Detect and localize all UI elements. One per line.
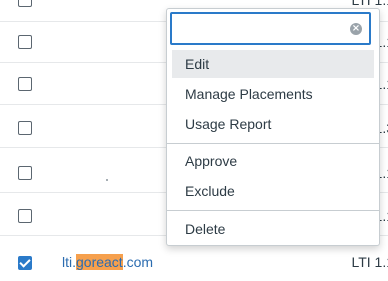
row-checkbox[interactable] bbox=[18, 166, 32, 180]
menu-search-input[interactable] bbox=[178, 20, 352, 40]
search-highlight: goreact bbox=[76, 254, 123, 270]
domain-suffix: .com bbox=[122, 254, 154, 270]
lti-version: LTI 1.1 bbox=[351, 254, 388, 270]
row-checkbox[interactable] bbox=[18, 0, 32, 7]
app-screen: LTI 1.1 LTI 1.1 LTI 1.1 LTI 1.3 LTI 1.1 … bbox=[0, 0, 388, 281]
menu-item-manage-placements[interactable]: Manage Placements bbox=[172, 80, 374, 108]
domain-link[interactable]: lti.goreact.com bbox=[62, 254, 153, 270]
faint-dot bbox=[106, 179, 108, 181]
menu-item-edit[interactable]: Edit bbox=[172, 50, 374, 78]
actions-menu: × Edit Manage Placements Usage Report Ap… bbox=[166, 8, 380, 246]
menu-item-delete[interactable]: Delete bbox=[172, 215, 374, 243]
clear-circle-icon[interactable]: × bbox=[350, 23, 362, 35]
row-checkbox[interactable] bbox=[18, 209, 32, 223]
table-row[interactable]: lti.goreact.com LTI 1.1 bbox=[0, 240, 388, 281]
menu-search-box[interactable]: × bbox=[170, 12, 371, 45]
lti-version: LTI 1.1 bbox=[351, 0, 388, 8]
row-checkbox[interactable] bbox=[18, 35, 32, 49]
menu-divider bbox=[167, 143, 379, 144]
menu-item-usage-report[interactable]: Usage Report bbox=[172, 110, 374, 138]
row-checkbox[interactable] bbox=[18, 121, 32, 135]
menu-item-exclude[interactable]: Exclude bbox=[172, 177, 374, 205]
menu-divider bbox=[167, 210, 379, 211]
row-checkbox[interactable] bbox=[18, 77, 32, 91]
menu-item-approve[interactable]: Approve bbox=[172, 147, 374, 175]
row-checkbox-checked[interactable] bbox=[18, 256, 32, 270]
domain-prefix: lti. bbox=[62, 254, 76, 270]
